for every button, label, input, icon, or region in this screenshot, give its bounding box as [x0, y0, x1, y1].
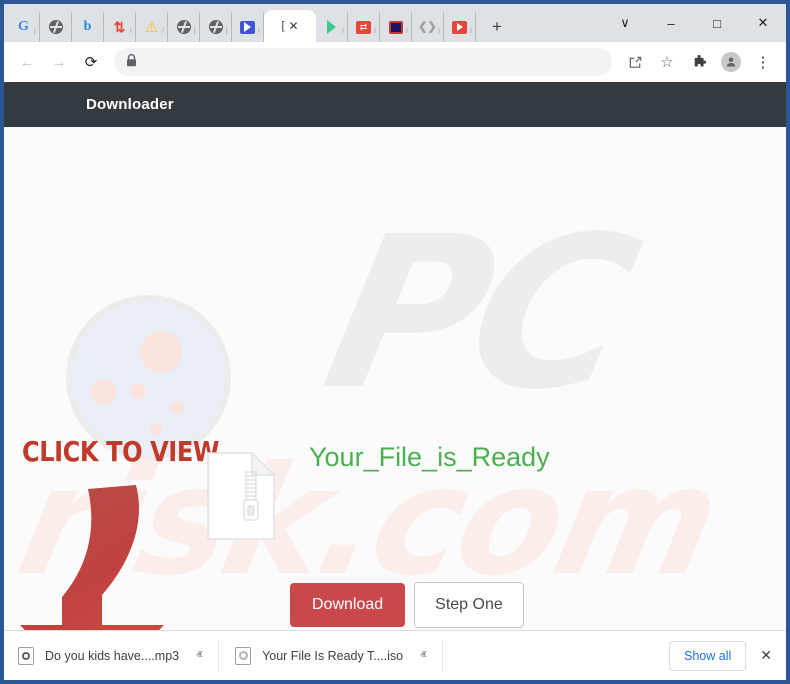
play-blue-icon: [240, 19, 256, 35]
refresh-icon: ⇅: [113, 19, 126, 35]
bracket-icon: [: [281, 20, 285, 32]
forward-button[interactable]: →: [44, 47, 74, 77]
disc-file-icon: [235, 646, 252, 665]
youtube-icon: [452, 19, 468, 35]
tab-globe-2[interactable]: (: [168, 12, 200, 42]
google-icon: G: [18, 19, 29, 34]
file-name-label: Your_File_is_Ready: [309, 442, 550, 472]
action-buttons: Download Step One: [290, 582, 524, 628]
swap-red-icon: ⇄: [356, 19, 372, 35]
page-content: PC risk.com CLICK TO VIEW Your_File_is_R…: [4, 127, 786, 630]
tab-title-google: ): [33, 28, 36, 35]
bookmark-star-icon[interactable]: ☆: [652, 47, 682, 77]
tab-title-youtube: I: [470, 28, 472, 35]
site-header: Downloader: [4, 82, 786, 127]
tab-warning[interactable]: ⚠ /: [136, 12, 168, 42]
step-one-button[interactable]: Step One: [414, 582, 524, 628]
tab-title-tv: I: [406, 28, 408, 35]
watermark-pc: PC: [308, 191, 645, 436]
tab-title-bing: :: [98, 28, 100, 35]
page-viewport: Downloader PC risk.com CLICK TO VIEW You…: [4, 82, 786, 630]
globe-icon: [176, 19, 192, 35]
browser-menu-button[interactable]: ⋮: [748, 47, 778, 77]
maximize-button[interactable]: □: [694, 7, 740, 39]
audio-file-icon: [18, 646, 34, 665]
tv-icon: [388, 19, 404, 35]
download-item-name: Do you kids have....mp3: [45, 648, 180, 663]
address-bar[interactable]: [114, 48, 612, 76]
tab-list: G ) ` b : ⇅ I ⚠ / ((I [✕ I ⇄ I I ❮❯ I…: [8, 4, 512, 42]
download-item-mp3[interactable]: Do you kids have....mp3 ⱏ: [18, 638, 220, 673]
tab-youtube[interactable]: I: [444, 12, 476, 42]
tab-title-globe-2: (: [193, 28, 196, 35]
close-icon[interactable]: ✕: [289, 19, 299, 33]
avatar: [721, 52, 741, 72]
tab-title-globe-1: `: [65, 28, 68, 35]
tab-code[interactable]: ❮❯ I: [412, 12, 444, 42]
tab-title-globe-3: (: [225, 28, 228, 35]
close-shelf-button[interactable]: ✕: [760, 647, 772, 664]
chevron-up-icon[interactable]: ⱏ: [196, 648, 202, 663]
browser-window: G ) ` b : ⇅ I ⚠ / ((I [✕ I ⇄ I I ❮❯ I…: [0, 0, 790, 684]
tab-tv[interactable]: I: [380, 12, 412, 42]
tab-video-blue[interactable]: I: [232, 12, 264, 42]
browser-toolbar: ← → ⟳ ☆ ⋮: [4, 42, 786, 82]
tab-search-button[interactable]: ∨: [602, 7, 648, 39]
download-item-iso[interactable]: Your File Is Ready T....iso ⱏ: [235, 638, 444, 673]
tab-title-swap-red: I: [374, 28, 376, 35]
click-to-view-label: CLICK TO VIEW: [22, 435, 219, 468]
tab-play-green[interactable]: I: [316, 12, 348, 42]
tab-title-refresh: I: [130, 28, 132, 35]
globe-icon: [48, 19, 64, 35]
tab-strip: G ) ` b : ⇅ I ⚠ / ((I [✕ I ⇄ I I ❮❯ I…: [4, 4, 786, 42]
minimize-button[interactable]: –: [648, 7, 694, 39]
tab-google[interactable]: G ): [8, 12, 40, 42]
tab-active-downloader[interactable]: [ ✕: [264, 10, 316, 42]
download-shelf: Do you kids have....mp3 ⱏ Your File Is R…: [4, 630, 786, 680]
download-item-name: Your File Is Ready T....iso: [262, 648, 404, 663]
tab-bing[interactable]: b :: [72, 12, 104, 42]
tab-refresh[interactable]: ⇅ I: [104, 12, 136, 42]
tab-title-play-green: I: [342, 28, 344, 35]
tab-title-video-blue: I: [258, 28, 260, 35]
download-button[interactable]: Download: [290, 583, 406, 627]
tab-title-warning: /: [162, 28, 164, 35]
share-icon[interactable]: [620, 47, 650, 77]
curved-down-arrow-icon: [18, 479, 178, 630]
warning-icon: ⚠: [144, 18, 159, 36]
tab-swap-red[interactable]: ⇄ I: [348, 12, 380, 42]
extensions-icon[interactable]: [684, 47, 714, 77]
new-tab-button[interactable]: +: [482, 12, 512, 42]
play-green-icon: [324, 19, 340, 35]
tab-globe-3[interactable]: (: [200, 12, 232, 42]
reload-button[interactable]: ⟳: [76, 47, 106, 77]
profile-avatar[interactable]: [716, 47, 746, 77]
code-icon: ❮❯: [418, 20, 437, 33]
globe-icon: [208, 19, 224, 35]
show-all-downloads-button[interactable]: Show all: [669, 640, 747, 671]
chevron-up-icon[interactable]: ⱏ: [420, 648, 426, 663]
zip-file-icon: [207, 451, 276, 545]
page-title: Downloader: [86, 96, 174, 113]
tab-title-code: I: [438, 28, 440, 35]
back-button[interactable]: ←: [12, 47, 42, 77]
close-window-button[interactable]: ✕: [740, 7, 786, 39]
lock-icon: [126, 54, 137, 70]
bing-icon: b: [83, 19, 92, 34]
window-controls: ∨ – □ ✕: [602, 4, 786, 42]
tab-globe-1[interactable]: `: [40, 12, 72, 42]
